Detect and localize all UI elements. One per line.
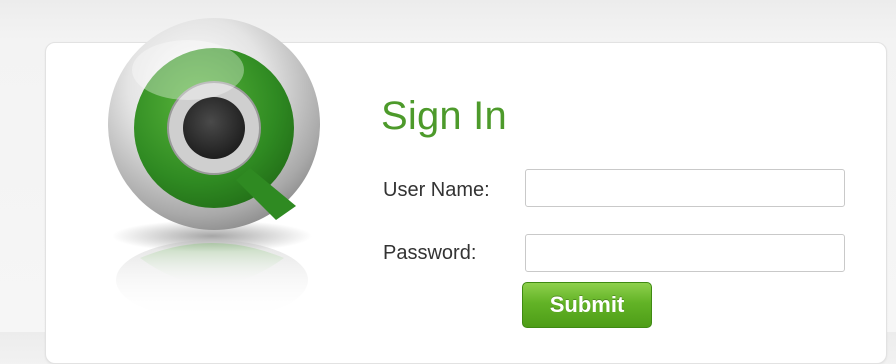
password-label: Password: bbox=[383, 242, 477, 264]
password-field[interactable] bbox=[525, 234, 845, 272]
qlikview-q-logo-icon bbox=[108, 18, 320, 318]
page-title: Sign In bbox=[381, 94, 507, 138]
username-label: User Name: bbox=[383, 179, 490, 201]
submit-button[interactable]: Submit bbox=[522, 282, 652, 328]
username-field[interactable] bbox=[525, 169, 845, 207]
